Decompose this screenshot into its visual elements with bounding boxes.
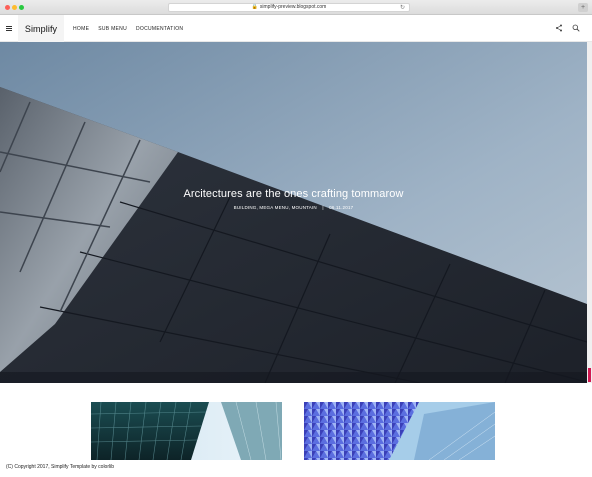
site-logo: Simplify	[24, 23, 58, 34]
scrollbar-thumb[interactable]	[588, 368, 591, 382]
nav-item-documentation[interactable]: DOCUMENTATION	[136, 26, 183, 32]
site-header: Simplify HOME SUB MENU DOCUMENTATION	[0, 15, 592, 42]
post-date: 06.11.2017	[329, 205, 354, 210]
meta-separator: |	[322, 205, 324, 210]
reload-icon[interactable]: ↻	[400, 4, 405, 12]
glass-building-image	[91, 402, 282, 460]
main-nav: HOME SUB MENU DOCUMENTATION	[73, 15, 192, 42]
hero-image	[0, 42, 587, 383]
new-tab-button[interactable]: +	[578, 3, 588, 12]
close-window-button[interactable]	[5, 5, 10, 10]
lock-icon: 🔒	[251, 4, 258, 10]
share-icon[interactable]	[555, 24, 563, 32]
nav-item-home[interactable]: HOME	[73, 26, 89, 32]
logo-link[interactable]: Simplify	[18, 15, 64, 42]
post-thumbnail-glass-building[interactable]	[91, 402, 282, 460]
scrollbar[interactable]	[587, 42, 592, 383]
footer-copyright: (C) Copyright 2017, Simplify Template by…	[6, 464, 115, 470]
blue-facade-image	[304, 402, 495, 460]
search-icon[interactable]	[572, 24, 580, 32]
menu-icon[interactable]	[6, 26, 12, 31]
post-labels[interactable]: BUILDING, MEGA MENU, MOUNTAIN	[234, 205, 317, 210]
maximize-window-button[interactable]	[19, 5, 24, 10]
hero-title[interactable]: Arcitectures are the ones crafting tomma…	[0, 188, 587, 200]
minimize-window-button[interactable]	[12, 5, 17, 10]
hero-meta: BUILDING, MEGA MENU, MOUNTAIN | 06.11.20…	[0, 205, 587, 210]
hero-post[interactable]: Arcitectures are the ones crafting tomma…	[0, 42, 587, 383]
address-url: simplify-preview.blogspot.com	[259, 4, 327, 10]
post-thumbnail-blue-facade[interactable]	[304, 402, 495, 460]
nav-item-sub-menu[interactable]: SUB MENU	[98, 26, 127, 32]
address-bar[interactable]: 🔒 simplify-preview.blogspot.com ↻	[168, 3, 410, 12]
browser-chrome: 🔒 simplify-preview.blogspot.com ↻ +	[0, 0, 592, 15]
